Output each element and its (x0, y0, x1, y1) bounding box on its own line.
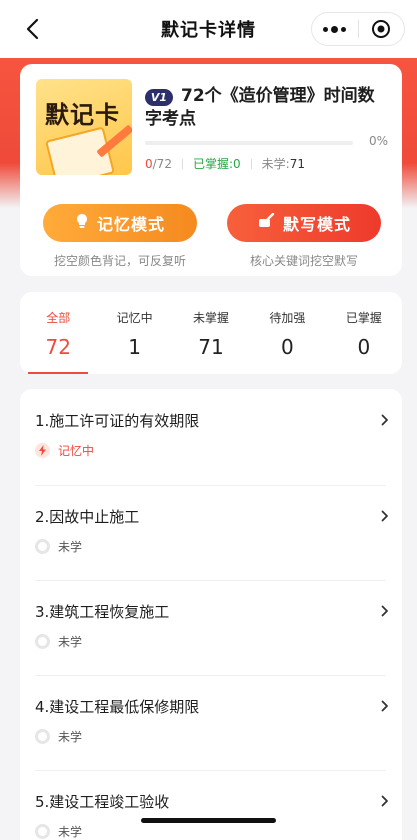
filter-tabs: 全部 72 记忆中 1 未掌握 71 待加强 0 已掌握 0 (20, 292, 402, 374)
progress-ring-icon (35, 729, 50, 744)
tab-label: 全部 (46, 311, 71, 325)
list-item[interactable]: 5.建设工程竣工验收 未学 (20, 770, 402, 840)
dictation-mode-label: 默写模式 (282, 215, 351, 234)
list-item[interactable]: 2.因故中止施工 未学 (20, 485, 402, 581)
tab-needs-review[interactable]: 待加强 0 (249, 292, 325, 374)
chevron-right-icon (381, 507, 389, 526)
tab-all[interactable]: 全部 72 (20, 292, 96, 374)
item-status-label: 未学 (58, 635, 83, 649)
tab-label: 未掌握 (193, 311, 230, 325)
progress-bar (145, 141, 353, 145)
tab-not-mastered[interactable]: 未掌握 71 (173, 292, 249, 374)
unlearned-label: 未学: (261, 157, 290, 171)
item-status-label: 记忆中 (58, 444, 95, 458)
card-title: 72个《造价管理》时间数字考点 (145, 86, 375, 129)
lightning-icon (35, 443, 50, 458)
knowledge-point-list: 1.施工许可证的有效期限 记忆中 2.因故中止施工 未学 3.建筑工程恢复施工 … (20, 389, 402, 840)
pen-icon (257, 212, 275, 233)
home-indicator (141, 818, 276, 823)
tab-memorizing[interactable]: 记忆中 1 (96, 292, 172, 374)
total-count: /72 (152, 156, 172, 171)
list-item[interactable]: 1.施工许可证的有效期限 记忆中 (20, 389, 402, 485)
item-title: 1.施工许可证的有效期限 (35, 412, 200, 430)
page-title: 默记卡详情 (161, 20, 256, 41)
cover-title: 默记卡 (45, 101, 120, 129)
dictation-mode-button[interactable]: 默写模式 (227, 204, 381, 242)
lightbulb-icon (75, 213, 89, 233)
more-icon[interactable] (312, 25, 358, 33)
memory-mode-button[interactable]: 记忆模式 (43, 204, 197, 242)
learned-count: 0 (145, 156, 153, 171)
memory-mode-description: 挖空颜色背记，可反复听 (53, 254, 186, 268)
item-status-label: 未学 (58, 825, 83, 839)
list-item[interactable]: 4.建设工程最低保修期限 未学 (20, 675, 402, 771)
mini-program-capsule (311, 12, 405, 46)
card-cover: 默记卡 (36, 79, 132, 175)
unlearned-count: 71 (289, 156, 305, 171)
item-status-label: 未学 (58, 540, 83, 554)
card-info-panel: 默记卡 72个《造价管理》时间数字考点 V1 0% 0 /72 已掌握:0 未学… (20, 64, 402, 276)
progress-percent: 0% (368, 134, 388, 148)
stats-row: 0 /72 已掌握:0 未学: 71 (145, 155, 305, 172)
close-icon[interactable] (358, 19, 404, 39)
item-title: 3.建筑工程恢复施工 (35, 603, 170, 621)
back-icon[interactable] (20, 17, 44, 41)
progress-ring-icon (35, 634, 50, 649)
tab-count: 0 (357, 335, 371, 359)
version-badge: V1 (145, 89, 173, 106)
mastered-stat: 已掌握:0 (192, 157, 241, 171)
item-status: 未学 (35, 633, 82, 650)
chevron-right-icon (381, 792, 389, 811)
tab-mastered[interactable]: 已掌握 0 (326, 292, 402, 374)
tab-count: 1 (128, 335, 141, 359)
item-status: 未学 (35, 728, 82, 745)
progress-ring-icon (35, 539, 50, 554)
item-status: 未学 (35, 538, 82, 555)
item-status: 记忆中 (35, 442, 94, 459)
tab-label: 记忆中 (116, 311, 153, 325)
item-title: 5.建设工程竣工验收 (35, 793, 170, 811)
list-item[interactable]: 3.建筑工程恢复施工 未学 (20, 580, 402, 676)
chevron-right-icon (381, 602, 389, 621)
item-status: 未学 (35, 823, 82, 840)
tab-count: 72 (45, 335, 71, 359)
tab-label: 待加强 (269, 311, 306, 325)
tab-count: 71 (198, 335, 224, 359)
item-title: 4.建设工程最低保修期限 (35, 698, 200, 716)
nav-bar: 默记卡详情 (0, 0, 417, 58)
chevron-right-icon (381, 697, 389, 716)
item-status-label: 未学 (58, 730, 83, 744)
stats-divider (250, 158, 252, 169)
tab-count: 0 (281, 335, 294, 359)
progress-ring-icon (35, 824, 50, 839)
memory-mode-label: 记忆模式 (96, 215, 165, 234)
dictation-mode-description: 核心关键词挖空默写 (249, 254, 358, 268)
chevron-right-icon (381, 411, 389, 430)
stats-divider (181, 158, 183, 169)
tab-label: 已掌握 (345, 311, 382, 325)
item-title: 2.因故中止施工 (35, 508, 140, 526)
